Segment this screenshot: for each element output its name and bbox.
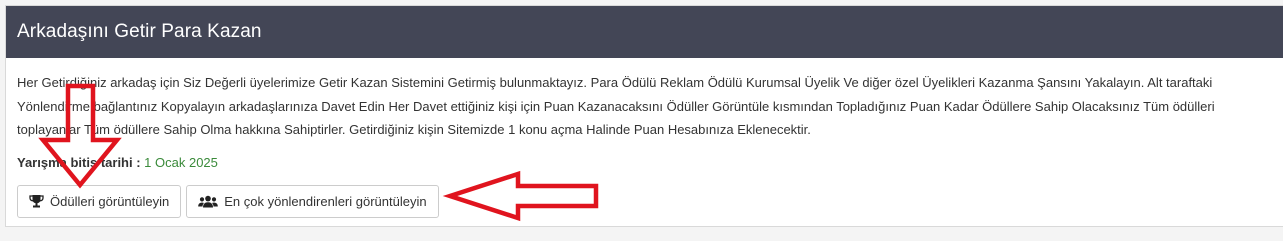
view-rewards-label: Ödülleri görüntüleyin: [50, 193, 170, 209]
panel-header: Arkadaşını Getir Para Kazan: [6, 6, 1283, 58]
view-top-referrers-button[interactable]: En çok yönlendirenleri görüntüleyin: [186, 184, 439, 218]
panel-body: Her Getirdiğiniz arkadaş için Siz Değerl…: [6, 58, 1283, 218]
panel-description: Her Getirdiğiniz arkadaş için Siz Değerl…: [17, 75, 1215, 137]
button-row: Ödülleri görüntüleyin En çok yönlendiren…: [17, 184, 1272, 218]
deadline-label: Yarışma bitiş tarihi :: [17, 154, 141, 170]
trophy-icon: [29, 195, 44, 208]
users-icon: [198, 195, 219, 207]
view-rewards-button[interactable]: Ödülleri görüntüleyin: [17, 184, 182, 218]
view-top-referrers-label: En çok yönlendirenleri görüntüleyin: [224, 193, 427, 209]
deadline-date: 1 Ocak 2025: [144, 154, 218, 170]
deadline: Yarışma bitiş tarihi : 1 Ocak 2025: [17, 154, 1272, 172]
referral-panel: Arkadaşını Getir Para Kazan Her Getirdiğ…: [5, 5, 1283, 227]
page: Arkadaşını Getir Para Kazan Her Getirdiğ…: [0, 0, 1283, 241]
panel-title: Arkadaşını Getir Para Kazan: [17, 21, 262, 42]
